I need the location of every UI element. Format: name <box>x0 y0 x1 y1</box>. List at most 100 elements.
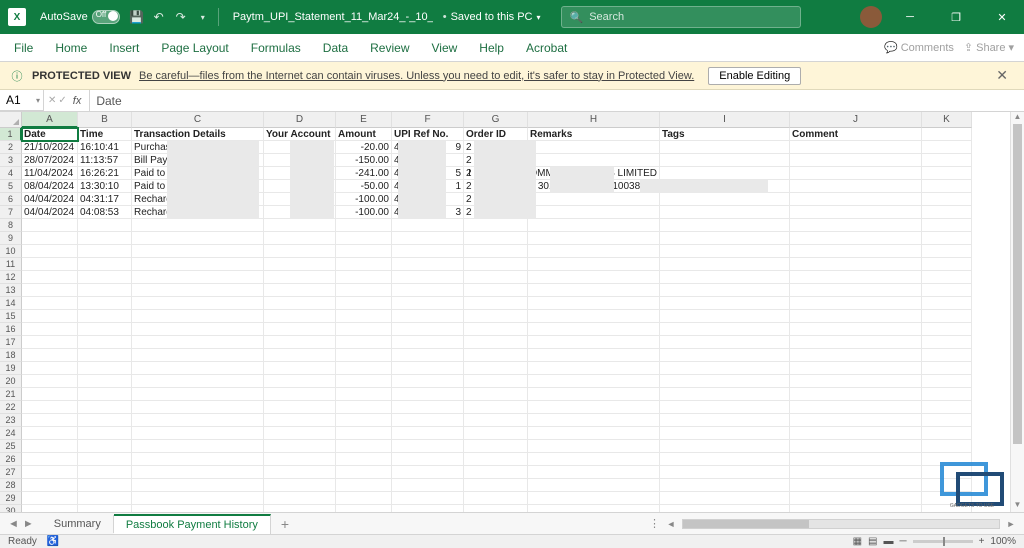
cell[interactable] <box>22 401 78 414</box>
cell[interactable] <box>132 479 264 492</box>
cell[interactable] <box>132 245 264 258</box>
cell[interactable] <box>922 349 972 362</box>
cell[interactable] <box>392 258 464 271</box>
cell[interactable] <box>264 336 336 349</box>
cell[interactable] <box>660 440 790 453</box>
cell[interactable] <box>922 167 972 180</box>
cell[interactable] <box>464 453 528 466</box>
cell[interactable]: 04:31:17 <box>78 193 132 206</box>
cell[interactable] <box>392 297 464 310</box>
cell[interactable] <box>132 414 264 427</box>
cell[interactable] <box>790 440 922 453</box>
cell[interactable] <box>336 453 392 466</box>
share-button[interactable]: ⇪ Share ▾ <box>964 41 1014 54</box>
cell[interactable] <box>660 362 790 375</box>
cell[interactable] <box>660 258 790 271</box>
cell[interactable] <box>922 414 972 427</box>
cell[interactable] <box>464 349 528 362</box>
cell[interactable] <box>132 349 264 362</box>
name-box[interactable]: A1 <box>0 90 44 111</box>
cell[interactable] <box>922 401 972 414</box>
cell[interactable] <box>660 427 790 440</box>
cell[interactable] <box>22 466 78 479</box>
cell[interactable] <box>790 323 922 336</box>
cell[interactable] <box>464 388 528 401</box>
cell[interactable] <box>78 362 132 375</box>
cell[interactable] <box>336 245 392 258</box>
cell[interactable] <box>264 388 336 401</box>
cell[interactable] <box>336 414 392 427</box>
cell[interactable] <box>78 297 132 310</box>
tab-insert[interactable]: Insert <box>105 37 143 59</box>
cell[interactable] <box>660 401 790 414</box>
cell[interactable] <box>464 336 528 349</box>
cell[interactable]: Tags <box>660 128 790 141</box>
tab-help[interactable]: Help <box>475 37 508 59</box>
cell[interactable] <box>78 245 132 258</box>
cell[interactable] <box>78 401 132 414</box>
cell[interactable] <box>790 414 922 427</box>
cell[interactable] <box>22 427 78 440</box>
cell[interactable] <box>78 375 132 388</box>
cell[interactable] <box>392 336 464 349</box>
cell[interactable] <box>464 479 528 492</box>
cell[interactable] <box>392 401 464 414</box>
cell[interactable] <box>132 388 264 401</box>
cell[interactable]: 04:08:53 <box>78 206 132 219</box>
cell[interactable] <box>464 427 528 440</box>
cell[interactable] <box>790 271 922 284</box>
cell[interactable] <box>264 258 336 271</box>
cell[interactable] <box>132 271 264 284</box>
cell[interactable] <box>922 154 972 167</box>
cell[interactable] <box>264 362 336 375</box>
cell[interactable] <box>790 167 922 180</box>
cell[interactable] <box>660 414 790 427</box>
cell[interactable] <box>336 401 392 414</box>
cell[interactable] <box>660 154 790 167</box>
cell[interactable] <box>336 349 392 362</box>
tab-file[interactable]: File <box>10 37 37 59</box>
cell[interactable] <box>528 258 660 271</box>
cell[interactable] <box>22 232 78 245</box>
cell[interactable] <box>464 258 528 271</box>
cell[interactable] <box>392 492 464 505</box>
cell[interactable]: Comment <box>790 128 922 141</box>
cell[interactable] <box>392 362 464 375</box>
cell[interactable] <box>922 219 972 232</box>
cell[interactable] <box>660 245 790 258</box>
cell[interactable]: ICICI B <box>264 141 336 154</box>
cell[interactable] <box>132 401 264 414</box>
cell[interactable] <box>264 284 336 297</box>
cell[interactable] <box>132 284 264 297</box>
cell[interactable]: 08/04/2024 <box>22 180 78 193</box>
cell[interactable]: ICICI B <box>264 180 336 193</box>
maximize-button[interactable]: ❐ <box>938 0 974 34</box>
tab-data[interactable]: Data <box>319 37 352 59</box>
cell[interactable] <box>336 310 392 323</box>
cell[interactable] <box>528 492 660 505</box>
cell[interactable] <box>790 245 922 258</box>
cell[interactable] <box>132 310 264 323</box>
cell[interactable] <box>790 284 922 297</box>
cell[interactable] <box>78 271 132 284</box>
tab-view[interactable]: View <box>428 37 462 59</box>
cell[interactable] <box>78 440 132 453</box>
cell[interactable] <box>790 232 922 245</box>
cell[interactable] <box>78 232 132 245</box>
cell[interactable] <box>22 284 78 297</box>
cell[interactable] <box>132 323 264 336</box>
select-all-corner[interactable] <box>0 112 22 128</box>
cell[interactable] <box>790 141 922 154</box>
view-page-icon[interactable]: ▤ <box>868 536 877 547</box>
cell[interactable] <box>790 362 922 375</box>
cell[interactable] <box>264 427 336 440</box>
cell[interactable] <box>790 401 922 414</box>
cell[interactable] <box>22 349 78 362</box>
cell[interactable] <box>464 466 528 479</box>
cell[interactable]: I ICICI B <box>264 206 336 219</box>
cell[interactable] <box>922 427 972 440</box>
cell[interactable]: 43 <box>392 206 464 219</box>
cell[interactable] <box>336 427 392 440</box>
cell[interactable] <box>660 232 790 245</box>
cell[interactable]: ICICI B <box>264 167 336 180</box>
